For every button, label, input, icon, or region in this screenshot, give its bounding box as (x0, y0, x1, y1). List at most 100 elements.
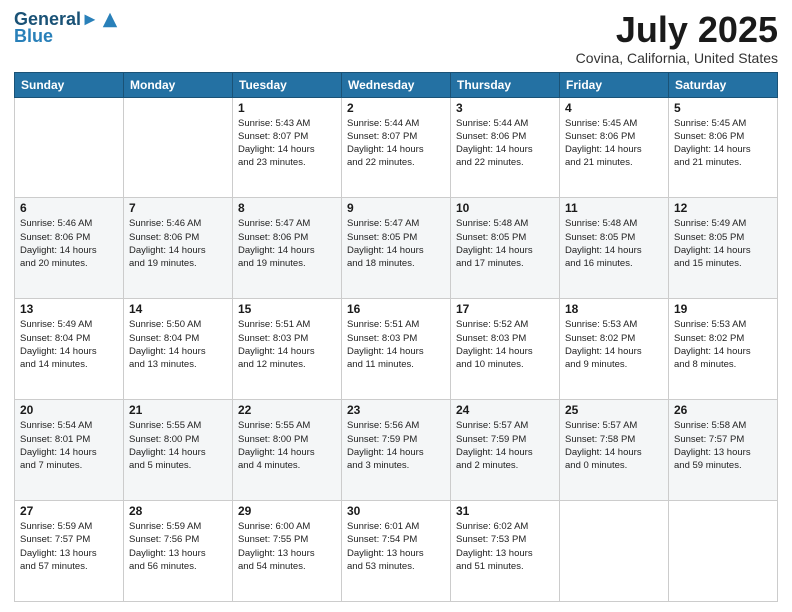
col-wednesday: Wednesday (342, 72, 451, 97)
table-row: 8Sunrise: 5:47 AM Sunset: 8:06 PM Daylig… (233, 198, 342, 299)
day-number: 9 (347, 201, 445, 215)
col-friday: Friday (560, 72, 669, 97)
logo: General► Blue (14, 10, 119, 47)
calendar-week-row: 20 Sunrise: 5:54 AM Sunset: 8:01 PM Dayli… (15, 400, 778, 501)
calendar-week-row: 6 Sunrise: 5:46 AM Sunset: 8:06 PM Daylig… (15, 198, 778, 299)
day-detail: Sunrise: 5:45 AM Sunset: 8:06 PM Dayligh… (674, 117, 772, 170)
col-thursday: Thursday (451, 72, 560, 97)
day-detail: Sunrise: 5:57 AM Sunset: 7:59 PM Dayligh… (456, 419, 554, 472)
day-number: 23 (347, 403, 445, 417)
table-row: 2 Sunrise: 5:44 AM Sunset: 8:07 PM Daylig… (342, 97, 451, 198)
logo-icon (101, 11, 119, 29)
day-number: 22 (238, 403, 336, 417)
day-detail: Sunrise: 5:48 AM Sunset: 8:05 PM Dayligh… (565, 217, 663, 270)
day-number: 28 (129, 504, 227, 518)
calendar-week-row: 27 Sunrise: 5:59 AM Sunset: 7:57 PM Dayli… (15, 501, 778, 602)
calendar-week-row: 13Sunrise: 5:49 AM Sunset: 8:04 PM Dayli… (15, 299, 778, 400)
day-number: 31 (456, 504, 554, 518)
day-detail: Sunrise: 5:53 AM Sunset: 8:02 PM Dayligh… (674, 318, 772, 371)
day-number: 3 (456, 101, 554, 115)
day-detail: Sunrise: 5:51 AM Sunset: 8:03 PM Dayligh… (347, 318, 445, 371)
day-number: 30 (347, 504, 445, 518)
table-row: 19 Sunrise: 5:53 AM Sunset: 8:02 PM Dayli… (669, 299, 778, 400)
day-detail: Sunrise: 5:48 AM Sunset: 8:05 PM Dayligh… (456, 217, 554, 270)
day-number: 24 (456, 403, 554, 417)
table-row: 13Sunrise: 5:49 AM Sunset: 8:04 PM Dayli… (15, 299, 124, 400)
day-detail: Sunrise: 5:46 AM Sunset: 8:06 PM Dayligh… (129, 217, 227, 270)
table-row: 15 Sunrise: 5:51 AM Sunset: 8:03 PM Dayli… (233, 299, 342, 400)
table-row: 26 Sunrise: 5:58 AM Sunset: 7:57 PM Dayli… (669, 400, 778, 501)
table-row: 24 Sunrise: 5:57 AM Sunset: 7:59 PM Dayli… (451, 400, 560, 501)
day-number: 19 (674, 302, 772, 316)
day-detail: Sunrise: 5:45 AM Sunset: 8:06 PM Dayligh… (565, 117, 663, 170)
day-number: 2 (347, 101, 445, 115)
day-detail: Sunrise: 5:58 AM Sunset: 7:57 PM Dayligh… (674, 419, 772, 472)
day-detail: Sunrise: 5:47 AM Sunset: 8:06 PM Dayligh… (238, 217, 336, 270)
table-row: 6Sunrise: 5:46 AM Sunset: 8:06 PM Daylig… (15, 198, 124, 299)
table-row (15, 97, 124, 198)
day-number: 27 (20, 504, 118, 518)
table-row: 22 Sunrise: 5:55 AM Sunset: 8:00 PM Dayli… (233, 400, 342, 501)
day-detail: Sunrise: 5:54 AM Sunset: 8:01 PM Dayligh… (20, 419, 118, 472)
day-number: 13 (20, 302, 118, 316)
day-number: 12 (674, 201, 772, 215)
day-detail: Sunrise: 5:56 AM Sunset: 7:59 PM Dayligh… (347, 419, 445, 472)
table-row: 7 Sunrise: 5:46 AM Sunset: 8:06 PM Daylig… (124, 198, 233, 299)
day-detail: Sunrise: 5:59 AM Sunset: 7:57 PM Dayligh… (20, 520, 118, 573)
day-number: 10 (456, 201, 554, 215)
table-row: 12 Sunrise: 5:49 AM Sunset: 8:05 PM Dayli… (669, 198, 778, 299)
day-detail: Sunrise: 5:57 AM Sunset: 7:58 PM Dayligh… (565, 419, 663, 472)
calendar-header-row: Sunday Monday Tuesday Wednesday Thursday… (15, 72, 778, 97)
location-title: Covina, California, United States (576, 50, 778, 66)
table-row: 16Sunrise: 5:51 AM Sunset: 8:03 PM Dayli… (342, 299, 451, 400)
col-tuesday: Tuesday (233, 72, 342, 97)
day-number: 26 (674, 403, 772, 417)
day-number: 4 (565, 101, 663, 115)
table-row: 21 Sunrise: 5:55 AM Sunset: 8:00 PM Dayli… (124, 400, 233, 501)
day-number: 25 (565, 403, 663, 417)
day-detail: Sunrise: 5:47 AM Sunset: 8:05 PM Dayligh… (347, 217, 445, 270)
day-detail: Sunrise: 5:55 AM Sunset: 8:00 PM Dayligh… (238, 419, 336, 472)
table-row: 9 Sunrise: 5:47 AM Sunset: 8:05 PM Daylig… (342, 198, 451, 299)
day-detail: Sunrise: 5:52 AM Sunset: 8:03 PM Dayligh… (456, 318, 554, 371)
col-saturday: Saturday (669, 72, 778, 97)
day-number: 1 (238, 101, 336, 115)
calendar-week-row: 1 Sunrise: 5:43 AM Sunset: 8:07 PM Daylig… (15, 97, 778, 198)
day-number: 6 (20, 201, 118, 215)
table-row (124, 97, 233, 198)
table-row: 23 Sunrise: 5:56 AM Sunset: 7:59 PM Dayli… (342, 400, 451, 501)
table-row: 1 Sunrise: 5:43 AM Sunset: 8:07 PM Daylig… (233, 97, 342, 198)
table-row: 20 Sunrise: 5:54 AM Sunset: 8:01 PM Dayli… (15, 400, 124, 501)
title-section: July 2025 Covina, California, United Sta… (576, 10, 778, 66)
table-row: 28 Sunrise: 5:59 AM Sunset: 7:56 PM Dayli… (124, 501, 233, 602)
day-number: 29 (238, 504, 336, 518)
day-detail: Sunrise: 5:43 AM Sunset: 8:07 PM Dayligh… (238, 117, 336, 170)
table-row: 27 Sunrise: 5:59 AM Sunset: 7:57 PM Dayli… (15, 501, 124, 602)
day-detail: Sunrise: 6:01 AM Sunset: 7:54 PM Dayligh… (347, 520, 445, 573)
day-detail: Sunrise: 5:44 AM Sunset: 8:07 PM Dayligh… (347, 117, 445, 170)
col-monday: Monday (124, 72, 233, 97)
table-row (560, 501, 669, 602)
table-row: 31 Sunrise: 6:02 AM Sunset: 7:53 PM Dayli… (451, 501, 560, 602)
table-row: 17Sunrise: 5:52 AM Sunset: 8:03 PM Dayli… (451, 299, 560, 400)
day-number: 20 (20, 403, 118, 417)
page: General► Blue July 2025 Covina, Californ… (0, 0, 792, 612)
day-detail: Sunrise: 5:49 AM Sunset: 8:05 PM Dayligh… (674, 217, 772, 270)
day-number: 15 (238, 302, 336, 316)
day-detail: Sunrise: 6:02 AM Sunset: 7:53 PM Dayligh… (456, 520, 554, 573)
table-row: 18Sunrise: 5:53 AM Sunset: 8:02 PM Dayli… (560, 299, 669, 400)
day-detail: Sunrise: 5:44 AM Sunset: 8:06 PM Dayligh… (456, 117, 554, 170)
day-detail: Sunrise: 5:55 AM Sunset: 8:00 PM Dayligh… (129, 419, 227, 472)
table-row: 29 Sunrise: 6:00 AM Sunset: 7:55 PM Dayli… (233, 501, 342, 602)
day-number: 21 (129, 403, 227, 417)
day-detail: Sunrise: 5:51 AM Sunset: 8:03 PM Dayligh… (238, 318, 336, 371)
day-detail: Sunrise: 5:59 AM Sunset: 7:56 PM Dayligh… (129, 520, 227, 573)
day-detail: Sunrise: 5:50 AM Sunset: 8:04 PM Dayligh… (129, 318, 227, 371)
table-row: 25 Sunrise: 5:57 AM Sunset: 7:58 PM Dayli… (560, 400, 669, 501)
table-row: 10 Sunrise: 5:48 AM Sunset: 8:05 PM Dayli… (451, 198, 560, 299)
day-detail: Sunrise: 6:00 AM Sunset: 7:55 PM Dayligh… (238, 520, 336, 573)
day-number: 7 (129, 201, 227, 215)
table-row: 4 Sunrise: 5:45 AM Sunset: 8:06 PM Daylig… (560, 97, 669, 198)
table-row: 30 Sunrise: 6:01 AM Sunset: 7:54 PM Dayli… (342, 501, 451, 602)
table-row: 14Sunrise: 5:50 AM Sunset: 8:04 PM Dayli… (124, 299, 233, 400)
